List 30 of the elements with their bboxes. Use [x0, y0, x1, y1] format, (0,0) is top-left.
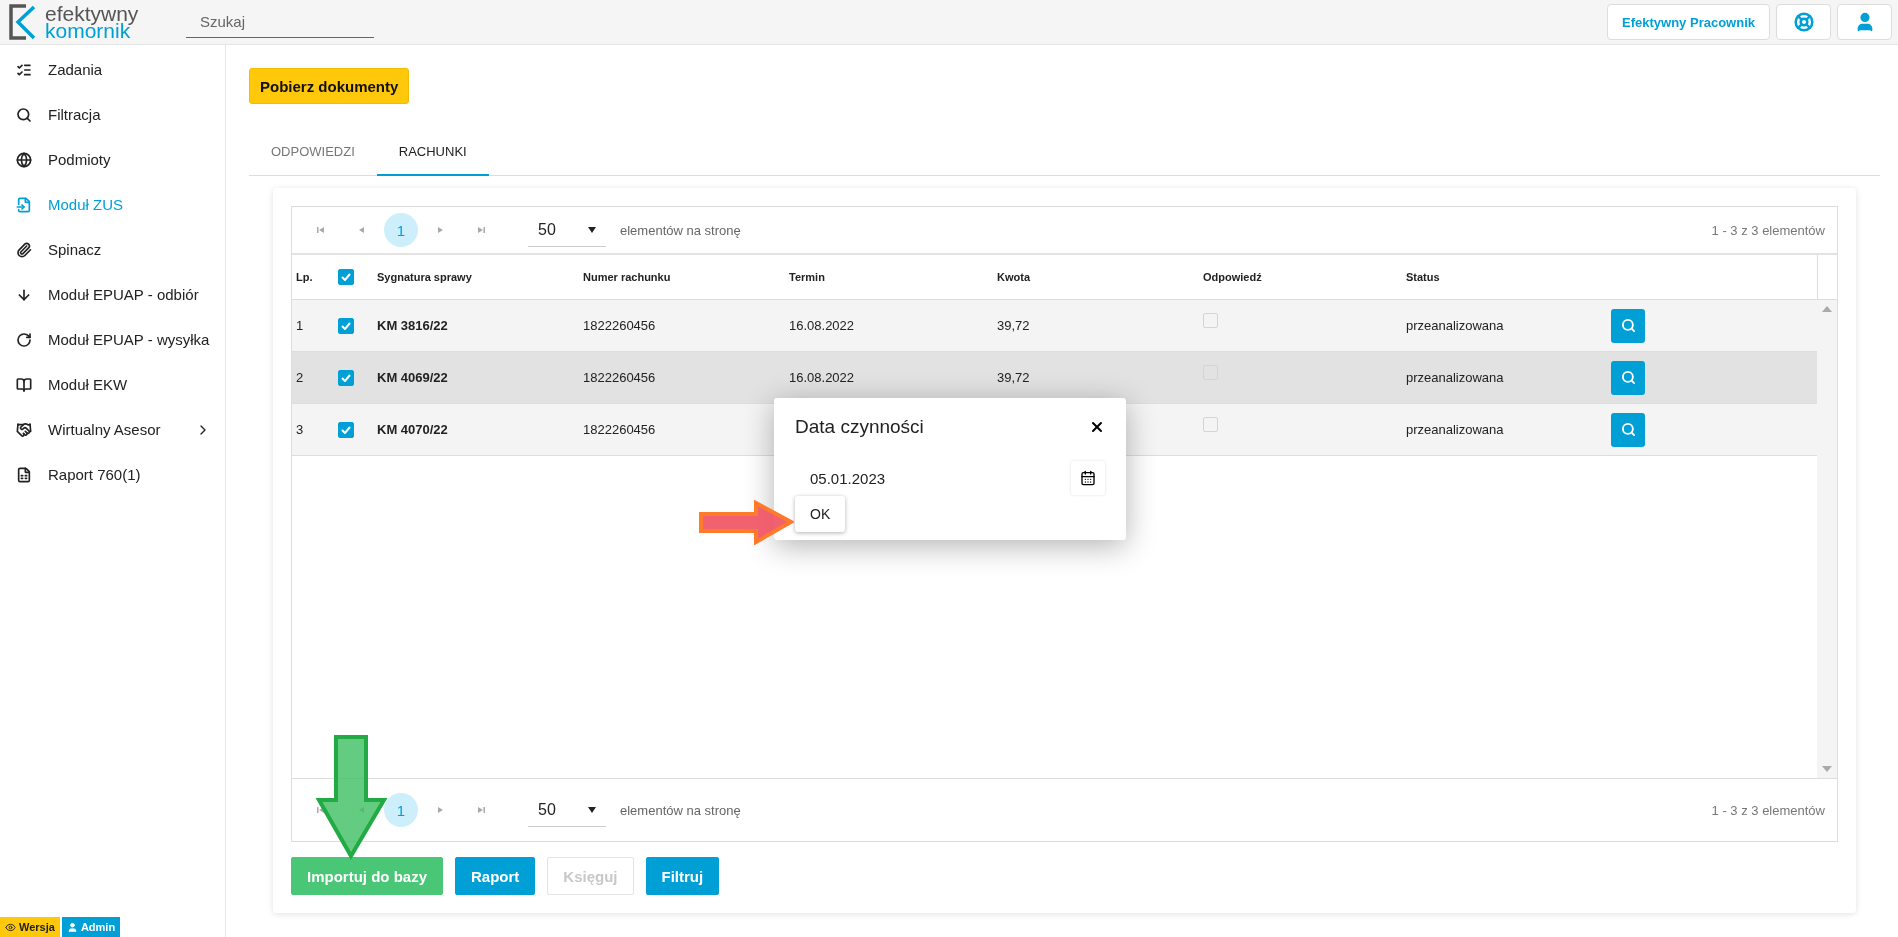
column-header: Termin — [788, 271, 826, 283]
column-header: Lp. — [295, 271, 314, 283]
table-cell-text: 16.08.2022 — [788, 318, 856, 333]
table-cell-text: 39,72 — [996, 318, 1031, 333]
table-cell-text: KM 4069/22 — [376, 370, 449, 385]
dialog-title: Data czynności — [795, 416, 924, 438]
column-header: Kwota — [996, 271, 1032, 283]
item-count: 1 - 3 z 3 elementów — [1711, 802, 1825, 818]
column-header: Odpowiedź — [1202, 271, 1263, 283]
table-cell-text: 1 — [295, 318, 305, 333]
page-size-label: elementów na stronę — [620, 222, 741, 238]
table-cell-text: 39,72 — [996, 370, 1031, 385]
table-cell-text: 1822260456 — [582, 370, 657, 385]
table-cell-text: 1822260456 — [582, 318, 657, 333]
table-cell-text: 16.08.2022 — [788, 370, 856, 385]
status-badge: Admin — [61, 917, 121, 937]
table-cell-text: KM 3816/22 — [376, 318, 449, 333]
column-header: Sygnatura sprawy — [376, 271, 473, 283]
table-cell-text: 1822260456 — [582, 422, 657, 437]
status-badge: Wersja — [0, 917, 60, 937]
page-size-label: elementów na stronę — [620, 802, 741, 818]
table-cell-text: przeanalizowana — [1405, 318, 1505, 333]
table-cell-text: przeanalizowana — [1405, 370, 1505, 385]
table-cell-text: 2 — [295, 370, 305, 385]
table-cell-text: przeanalizowana — [1405, 422, 1505, 437]
column-header: Status — [1405, 271, 1441, 283]
table-cell-text: KM 4070/22 — [376, 422, 449, 437]
item-count: 1 - 3 z 3 elementów — [1711, 222, 1825, 238]
column-header: Numer rachunku — [582, 271, 672, 283]
table-cell-text: 3 — [295, 422, 305, 437]
